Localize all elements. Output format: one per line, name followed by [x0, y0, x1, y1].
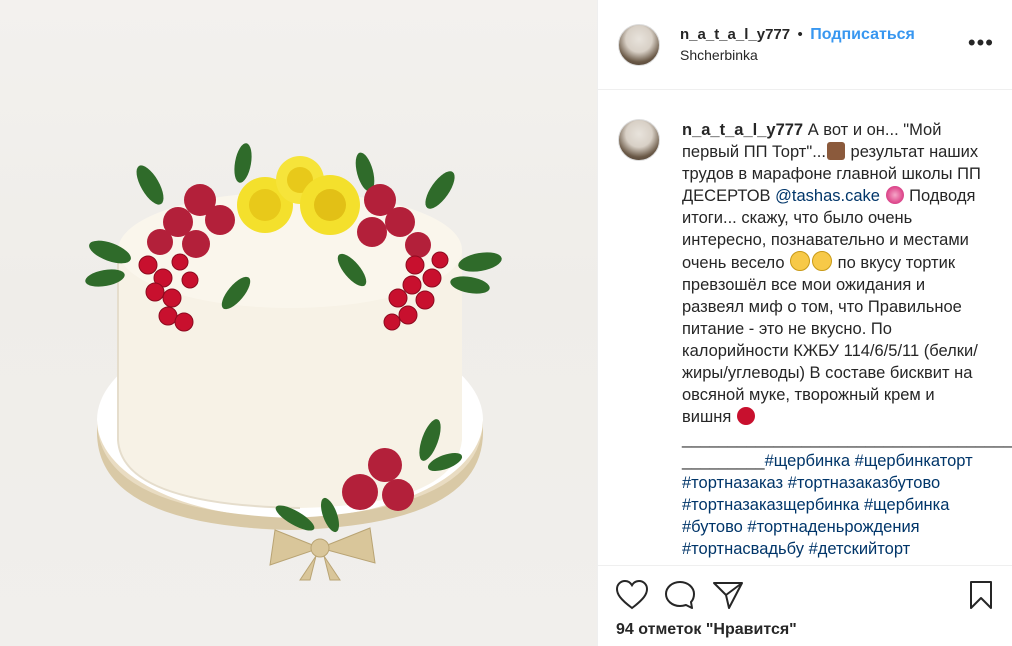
cake-image [85, 143, 502, 581]
caption-username[interactable]: n_a_t_a_l_y777 [682, 121, 803, 139]
more-icon[interactable]: ••• [968, 30, 994, 56]
bookmark-icon[interactable] [968, 580, 994, 610]
caption-comment: n_a_t_a_l_y777 А вот и он... "Мой первый… [598, 91, 1012, 560]
hashtag-link[interactable]: #щербинкаторт [855, 452, 973, 470]
post-view: n_a_t_a_l_y777 • Подписаться Shcherbinka… [0, 0, 1012, 646]
lollipop-emoji-icon [885, 186, 904, 204]
author-username[interactable]: n_a_t_a_l_y777 [680, 26, 790, 43]
share-icon[interactable] [712, 580, 744, 610]
hashtag-link[interactable]: #тортнасвадьбу [682, 540, 804, 558]
post-header: n_a_t_a_l_y777 • Подписаться Shcherbinka… [598, 0, 1012, 90]
avatar[interactable] [618, 119, 660, 161]
caption-part: по вкусу тортик превзошёл все мои ожидан… [682, 254, 978, 426]
caption-separator: _________ [682, 452, 765, 470]
wink-emoji-icon [812, 251, 833, 271]
smile-emoji-icon [790, 251, 811, 271]
hashtag-link[interactable]: #бутово [682, 518, 743, 536]
hashtag-link[interactable]: #щербинка [864, 496, 949, 514]
comments-area: n_a_t_a_l_y777 А вот и он... "Мой первый… [598, 91, 1012, 564]
post-photo[interactable] [0, 0, 597, 646]
post-sidebar: n_a_t_a_l_y777 • Подписаться Shcherbinka… [597, 0, 1012, 646]
cake-emoji-icon [826, 142, 845, 160]
hashtag-link[interactable]: #тортнаденьрождения [747, 518, 919, 536]
author-info: n_a_t_a_l_y777 • Подписаться Shcherbinka [680, 25, 915, 65]
action-bar [598, 565, 1012, 616]
avatar[interactable] [618, 23, 660, 66]
likes-count[interactable]: 94 отметок "Нравится" [616, 621, 797, 639]
hashtag-link[interactable]: #детскийторт [809, 540, 911, 558]
follow-button[interactable]: Подписаться [810, 26, 915, 43]
comment-icon[interactable] [664, 580, 696, 610]
heart-icon[interactable] [616, 580, 648, 610]
separator-dot: • [797, 25, 803, 43]
hashtag-link[interactable]: #тортназаказщербинка [682, 496, 859, 514]
mention-link[interactable]: @tashas.cake [775, 187, 880, 205]
hashtag-link[interactable]: #тортназаказбутово [788, 474, 941, 492]
caption-separator: _______________________________________ [682, 430, 1012, 448]
location-link[interactable]: Shcherbinka [680, 45, 915, 65]
hashtag-link[interactable]: #тортназаказ [682, 474, 783, 492]
caption-text: n_a_t_a_l_y777 А вот и он... "Мой первый… [682, 119, 1012, 560]
cherry-emoji-icon [736, 407, 755, 425]
hashtag-link[interactable]: #щербинка [765, 452, 850, 470]
